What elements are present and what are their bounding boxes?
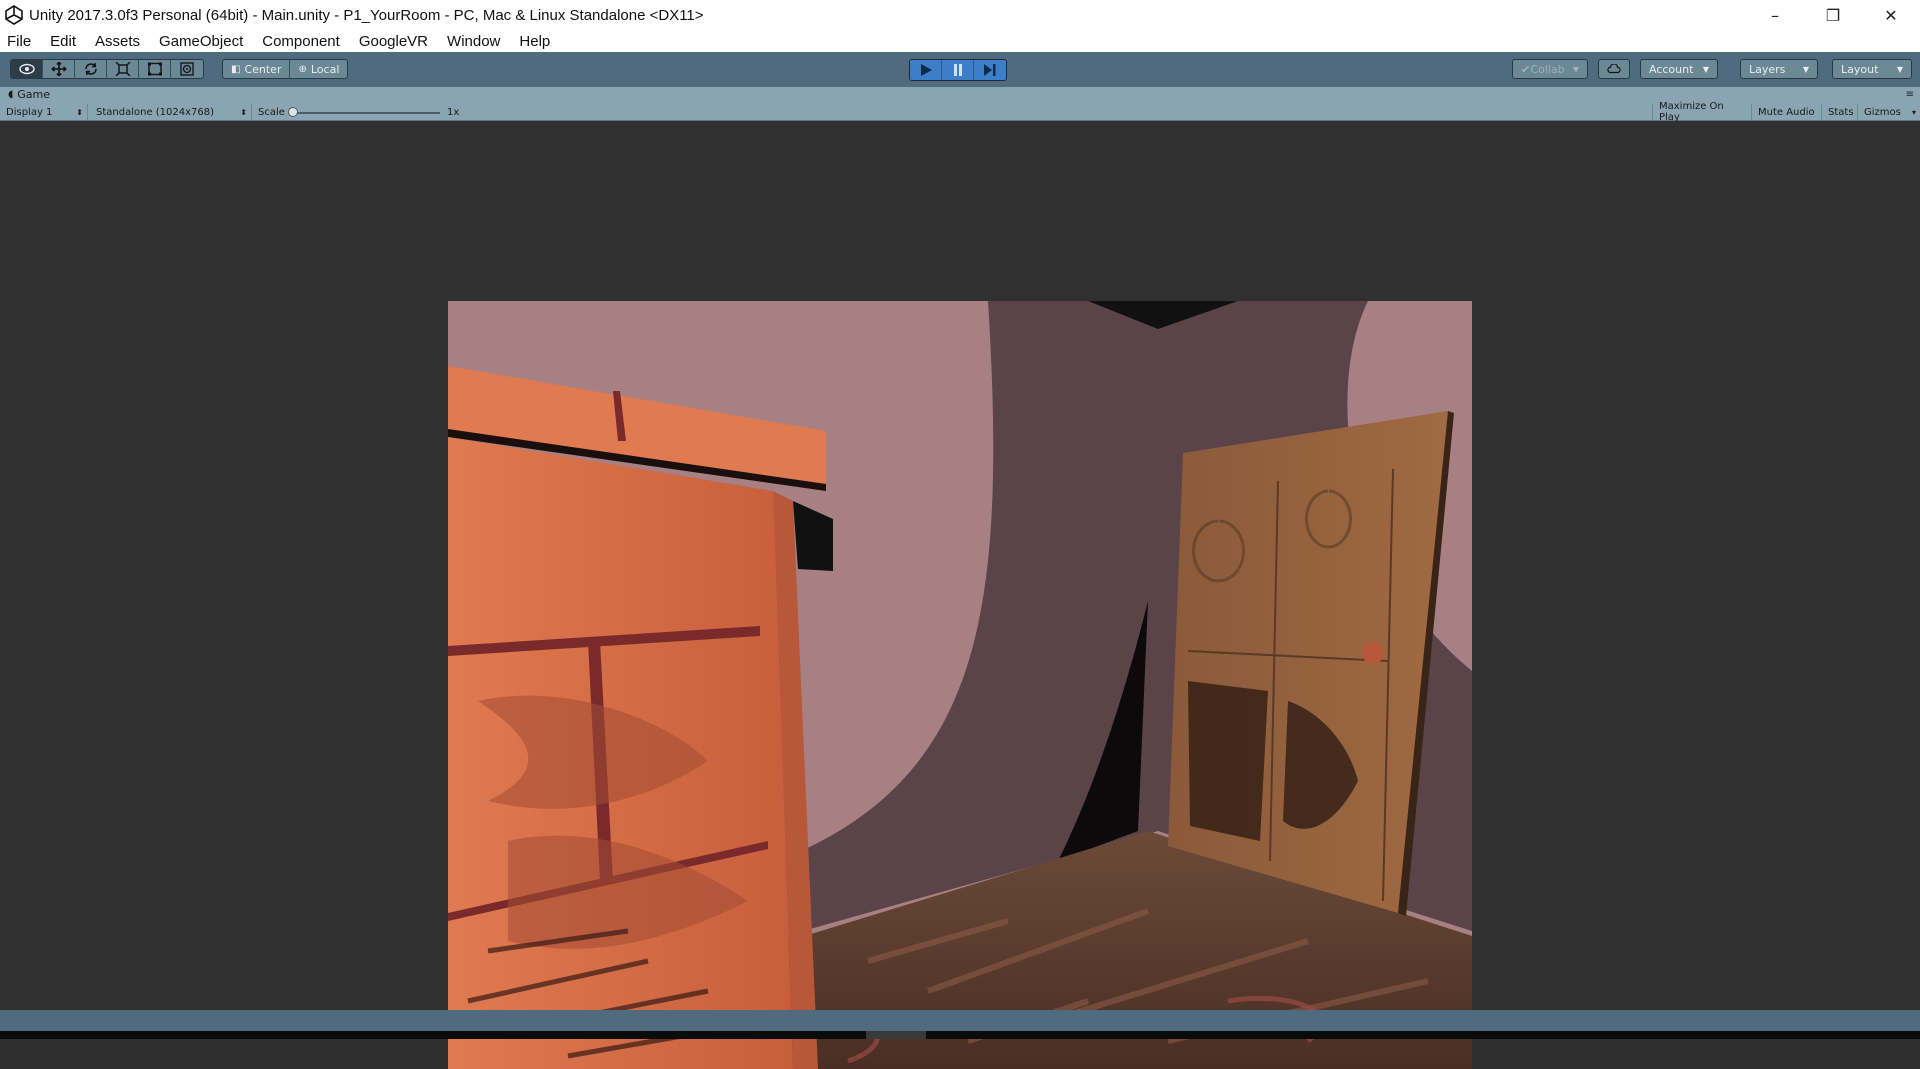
menu-edit[interactable]: Edit [47, 33, 79, 50]
mute-audio-label: Mute Audio [1758, 106, 1815, 118]
transform-tool-button[interactable] [171, 60, 203, 78]
rect-icon [147, 62, 162, 76]
scene-render [448, 301, 1472, 1069]
display-dropdown[interactable]: Display 1 ⬍ [0, 104, 88, 120]
game-controller-icon: ◖ [8, 89, 14, 100]
os-taskbar [0, 1031, 1920, 1039]
chevron-down-icon: ▼ [1702, 64, 1709, 74]
account-label: Account [1649, 62, 1694, 76]
menu-file[interactable]: File [4, 33, 34, 50]
title-bar: Unity 2017.3.0f3 Personal (64bit) - Main… [0, 0, 1920, 30]
door-knob [1362, 642, 1384, 664]
collab-check-icon: ✔ [1521, 62, 1531, 76]
eye-icon [18, 63, 35, 75]
stats-label: Stats [1828, 106, 1854, 118]
mute-audio-toggle[interactable]: Mute Audio [1752, 104, 1822, 120]
pivot-local-button[interactable]: ⊕ Local [290, 60, 347, 78]
scale-icon [115, 62, 130, 76]
hand-tool-button[interactable] [11, 60, 43, 78]
rotate-icon [84, 62, 97, 76]
gizmos-label: Gizmos [1864, 106, 1901, 118]
restore-button[interactable]: ❐ [1804, 0, 1862, 30]
gizmos-dropdown[interactable]: Gizmos ▾ [1858, 104, 1920, 120]
pause-icon [953, 64, 962, 76]
minimize-button[interactable]: – [1746, 0, 1804, 30]
pivot-center-button[interactable]: ◧ Center [223, 60, 291, 78]
play-button[interactable] [910, 60, 942, 80]
game-view-tabbar: ◖ Game ≡ [0, 87, 1920, 104]
maximize-on-play-toggle[interactable]: Maximize On Play [1652, 101, 1752, 123]
menu-bar: File Edit Assets GameObject Component Go… [0, 30, 1920, 52]
scale-slider-track[interactable] [292, 112, 440, 114]
menu-help[interactable]: Help [516, 33, 553, 50]
rect-tool-button[interactable] [139, 60, 171, 78]
main-toolbar: ◧ Center ⊕ Local ✔ Collab ▼ Account ▼ Laye… [0, 52, 1920, 87]
game-render-canvas[interactable] [448, 301, 1472, 1069]
play-icon [920, 64, 932, 76]
account-dropdown[interactable]: Account ▼ [1640, 59, 1718, 79]
pivot-local-icon: ⊕ [298, 63, 307, 75]
chevron-updown-icon: ⬍ [76, 107, 83, 117]
resolution-dropdown[interactable]: Standalone (1024x768) ⬍ [90, 104, 252, 120]
close-button[interactable]: ✕ [1862, 0, 1920, 30]
scale-tool-button[interactable] [107, 60, 139, 78]
game-viewport [0, 121, 1920, 1069]
chevron-down-icon: ▼ [1802, 64, 1809, 74]
menu-googlevr[interactable]: GoogleVR [356, 33, 431, 50]
layout-dropdown[interactable]: Layout ▼ [1832, 59, 1912, 79]
chevron-down-icon: ▼ [1896, 64, 1903, 74]
collab-button[interactable]: ✔ Collab ▼ [1512, 59, 1588, 79]
resolution-label: Standalone (1024x768) [96, 106, 215, 118]
cloud-button[interactable] [1598, 59, 1630, 79]
chevron-down-icon: ▾ [1911, 107, 1916, 117]
move-tool-button[interactable] [43, 60, 75, 78]
layout-label: Layout [1841, 62, 1879, 76]
playback-controls [909, 59, 1007, 81]
window-controls: – ❐ ✕ [1746, 0, 1920, 30]
chevron-down-icon: ▼ [1572, 64, 1579, 74]
menu-component[interactable]: Component [259, 33, 343, 50]
transform-icon [180, 62, 194, 76]
game-view-controlbar: Display 1 ⬍ Standalone (1024x768) ⬍ Scal… [0, 101, 1920, 123]
game-tab-label: Game [17, 88, 51, 101]
pause-button[interactable] [942, 60, 974, 80]
pivot-local-label: Local [310, 62, 340, 76]
menu-window[interactable]: Window [444, 33, 503, 50]
stats-toggle[interactable]: Stats [1822, 104, 1858, 120]
cloud-icon [1607, 64, 1621, 74]
display-label: Display 1 [6, 106, 53, 118]
window-title: Unity 2017.3.0f3 Personal (64bit) - Main… [29, 6, 704, 24]
status-bar [0, 1010, 1920, 1031]
taskbar-active-app[interactable] [866, 1031, 926, 1039]
step-button[interactable] [974, 60, 1006, 80]
move-icon [51, 62, 66, 76]
pivot-center-label: Center [244, 62, 282, 76]
chevron-updown-icon: ⬍ [240, 107, 247, 117]
menu-gameobject[interactable]: GameObject [156, 33, 246, 50]
game-tab[interactable]: ◖ Game [8, 88, 50, 101]
pivot-toggles: ◧ Center ⊕ Local [222, 59, 349, 79]
menu-assets[interactable]: Assets [92, 33, 143, 50]
rotate-tool-button[interactable] [75, 60, 107, 78]
unity-logo-icon [5, 5, 23, 25]
scale-value: 1x [447, 106, 460, 118]
pivot-center-icon: ◧ [231, 63, 241, 75]
scale-label: Scale [258, 106, 285, 118]
step-icon [984, 64, 996, 76]
collab-label: Collab [1530, 62, 1565, 76]
layers-dropdown[interactable]: Layers ▼ [1740, 59, 1818, 79]
maximize-on-play-label: Maximize On Play [1659, 101, 1724, 123]
tab-menu-icon[interactable]: ≡ [1906, 89, 1914, 100]
transform-tools [10, 59, 204, 79]
scale-slider-handle[interactable] [288, 107, 298, 117]
layers-label: Layers [1749, 62, 1786, 76]
